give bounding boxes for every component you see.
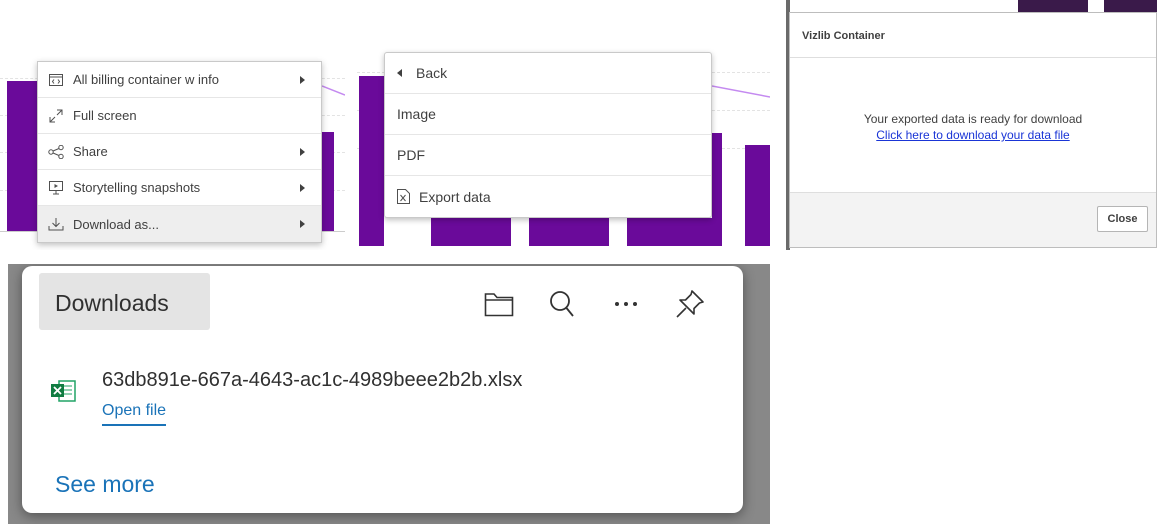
downloads-panel: Downloads 63db891e-667a-4643-ac1c-4989be… (8, 264, 770, 524)
submenu-arrow-icon (300, 147, 305, 156)
submenu-arrow-icon (300, 75, 305, 84)
chart-bar (359, 76, 384, 246)
excel-file-icon (397, 189, 410, 204)
chart-bar (322, 132, 334, 231)
chart-bar (745, 145, 770, 246)
download-icon (47, 215, 65, 233)
menu-item-label: Image (397, 106, 436, 122)
export-data-item[interactable]: Export data (385, 176, 711, 217)
menu-item-label: Full screen (73, 108, 137, 123)
menu-item-label: Storytelling snapshots (73, 180, 201, 195)
code-icon (47, 71, 65, 89)
presentation-icon (47, 179, 65, 197)
download-link[interactable]: Click here to download your data file (790, 128, 1156, 142)
downloads-title: Downloads (55, 290, 169, 316)
menu-item-label: Export data (419, 188, 491, 205)
menu-item-label: PDF (397, 147, 425, 163)
share-icon (47, 143, 65, 161)
search-icon[interactable] (544, 286, 580, 322)
see-more-link[interactable]: See more (55, 471, 155, 498)
vizlib-dialog-panel: Vizlib Container Your exported data is r… (786, 0, 1157, 250)
menu-item-all-billing-container[interactable]: All billing container w info (38, 62, 321, 98)
expand-icon (47, 107, 65, 125)
download-file-name[interactable]: 63db891e-667a-4643-ac1c-4989beee2b2b.xls… (102, 369, 522, 392)
menu-item-label: All billing container w info (73, 72, 219, 87)
dialog-divider (790, 57, 1156, 58)
menu-item-full-screen[interactable]: Full screen (38, 98, 321, 134)
chart-context-menu-panel: All billing container w info Full screen… (0, 0, 345, 250)
chart-line-segment (712, 85, 770, 98)
menu-item-storytelling[interactable]: Storytelling snapshots (38, 170, 321, 206)
menu-item-label: Download as... (73, 216, 159, 232)
chart-bar (627, 218, 712, 246)
export-submenu-panel: Back Image PDF Export data (357, 0, 770, 250)
open-file-link[interactable]: Open file (102, 402, 167, 426)
back-label: Back (416, 65, 448, 81)
chart-bar (431, 218, 511, 246)
back-arrow-icon (397, 69, 402, 77)
submenu-arrow-icon (300, 183, 305, 192)
chart-bar (712, 133, 722, 246)
back-button[interactable]: Back (385, 53, 711, 94)
export-pdf-item[interactable]: PDF (385, 135, 711, 176)
more-icon[interactable] (608, 286, 644, 322)
submenu-arrow-icon (300, 220, 305, 228)
menu-item-share[interactable]: Share (38, 134, 321, 170)
folder-icon[interactable] (481, 286, 517, 322)
dialog-title: Vizlib Container (802, 30, 885, 42)
menu-item-label: Share (73, 144, 108, 159)
excel-file-icon (50, 378, 76, 404)
dialog-footer: Close (790, 192, 1156, 247)
context-menu: All billing container w info Full screen… (37, 61, 322, 243)
downloads-flyout: Downloads 63db891e-667a-4643-ac1c-4989be… (22, 266, 743, 513)
downloads-title-box: Downloads (39, 273, 210, 330)
close-button[interactable]: Close (1097, 206, 1148, 232)
chart-bar (529, 218, 609, 246)
chart-bar (7, 81, 37, 231)
export-image-item[interactable]: Image (385, 94, 711, 135)
dialog-message: Your exported data is ready for download (863, 112, 1083, 126)
pin-icon[interactable] (672, 286, 708, 322)
export-menu: Back Image PDF Export data (384, 52, 712, 218)
menu-item-download-as[interactable]: Download as... (38, 206, 321, 242)
chart-line-segment (322, 85, 345, 96)
export-ready-dialog: Vizlib Container Your exported data is r… (789, 12, 1157, 248)
